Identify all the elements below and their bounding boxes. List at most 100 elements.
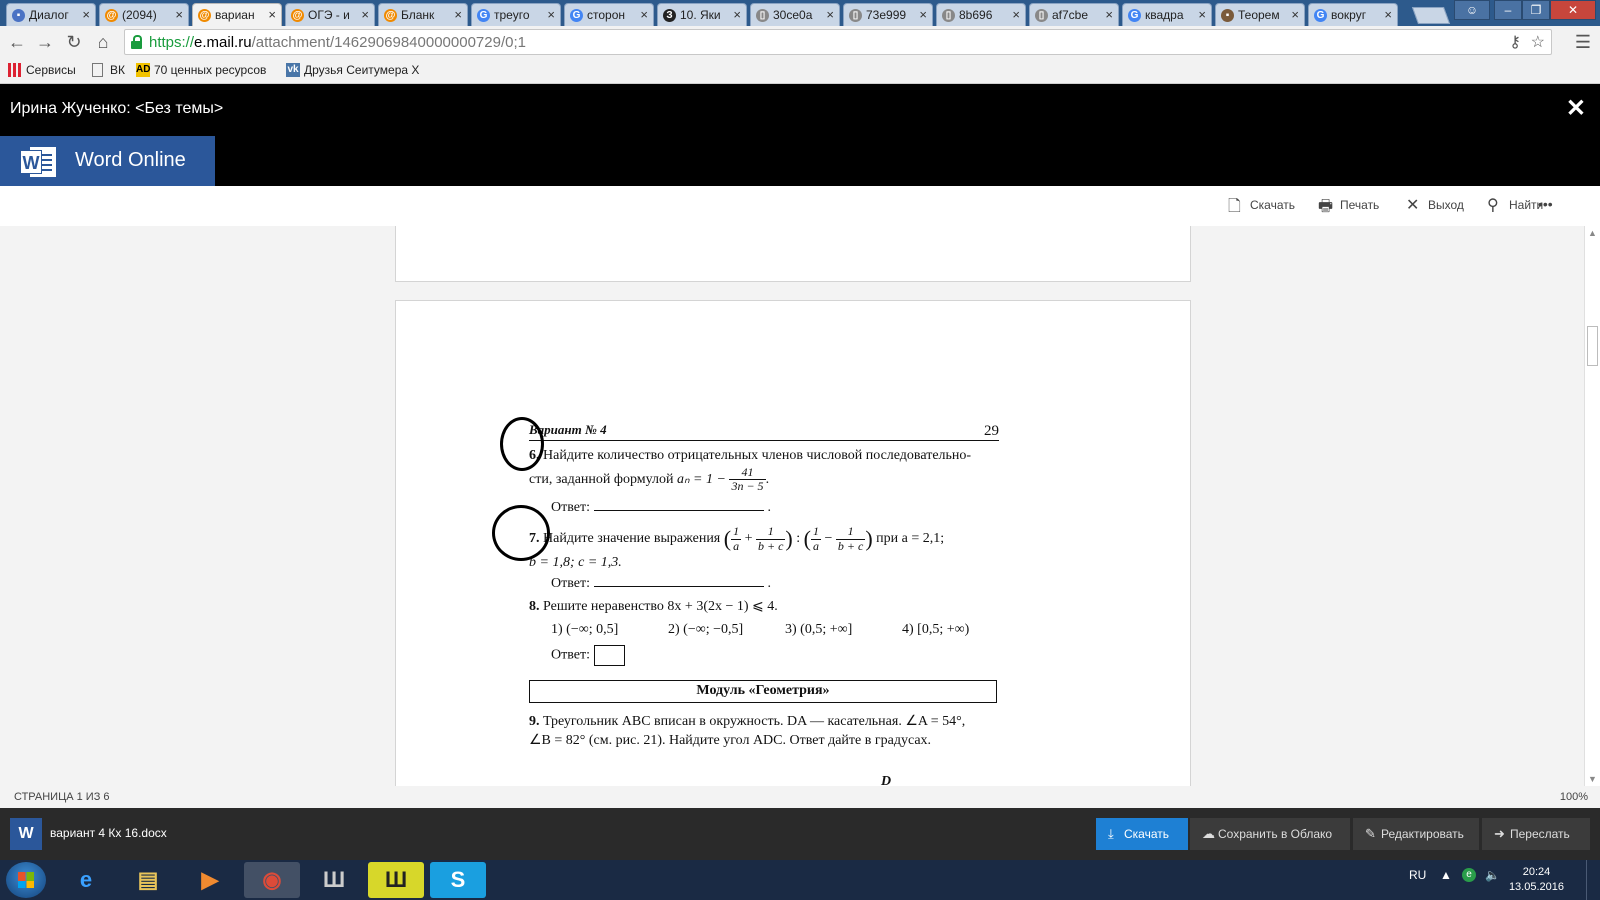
bookmark-star-icon[interactable]: ☆ [1531, 32, 1545, 52]
hand-drawn-circle [500, 417, 544, 471]
scroll-up-icon[interactable]: ▲ [1588, 228, 1597, 238]
page-content: Вариант № 4 29 6. Найдите количество отр… [492, 417, 999, 786]
tab-close-icon[interactable]: × [1012, 7, 1020, 22]
tab-favicon-icon: ▪ [12, 9, 25, 22]
new-tab-button[interactable] [1411, 7, 1451, 24]
bookmark-item[interactable]: AD 70 ценных ресурсов [136, 63, 266, 77]
tab-close-icon[interactable]: × [1384, 7, 1392, 22]
key-icon[interactable]: ⚷ [1509, 32, 1521, 52]
option-1: 1) (−∞; 0,5] [551, 621, 619, 637]
tray-app-icon[interactable]: e [1462, 868, 1476, 882]
bookmark-label: Друзья Сеитумера Х [304, 63, 420, 77]
download-icon: 🗋 [1228, 198, 1241, 215]
browser-tab[interactable]: ▯ af7cbe × [1029, 3, 1119, 26]
media-player-icon[interactable]: ▶ [182, 862, 238, 898]
language-indicator[interactable]: RU [1409, 868, 1426, 882]
download-attachment-button[interactable]: ⤓ Скачать [1096, 818, 1188, 850]
tab-close-icon[interactable]: × [1105, 7, 1113, 22]
browser-tab[interactable]: @ (2094) × [99, 3, 189, 26]
show-desktop-button[interactable] [1586, 860, 1600, 900]
browser-tab[interactable]: ▪ Теорем × [1215, 3, 1305, 26]
browser-tab[interactable]: ▯ 73e999 × [843, 3, 933, 26]
tray-expand-icon[interactable]: ▲ [1440, 868, 1452, 882]
reload-icon[interactable]: ↻ [63, 31, 85, 53]
tab-close-icon[interactable]: × [640, 7, 648, 22]
chrome-icon[interactable]: ◉ [244, 862, 300, 898]
tab-close-icon[interactable]: × [733, 7, 741, 22]
command-exit-button[interactable]: ✕ Выход [1406, 197, 1464, 214]
cloud-attachment-button[interactable]: ☁ Сохранить в Облако [1190, 818, 1350, 850]
document-area[interactable]: Вариант № 4 29 6. Найдите количество отр… [0, 226, 1584, 786]
browser-tab[interactable]: Gвокруг × [1308, 3, 1398, 26]
tab-close-icon[interactable]: × [175, 7, 183, 22]
browser-tab[interactable]: @ вариан × [192, 3, 282, 26]
option-2: 2) (−∞; −0,5] [668, 621, 744, 637]
scrollbar-thumb[interactable] [1587, 326, 1598, 366]
page-number: 29 [984, 423, 999, 439]
world-of-tanks-icon[interactable]: Ш [306, 862, 362, 898]
volume-icon[interactable]: 🔈 [1485, 868, 1500, 882]
clock-time: 20:24 [1522, 866, 1551, 878]
browser-tab[interactable]: ▪ Диалог × [6, 3, 96, 26]
tab-close-icon[interactable]: × [82, 7, 90, 22]
question-text: Найдите значение выражения [543, 531, 721, 547]
home-icon[interactable]: ⌂ [92, 31, 114, 53]
tab-favicon-icon: ▯ [942, 9, 955, 22]
browser-tab[interactable]: Gтреуго × [471, 3, 561, 26]
tab-favicon-icon: З [663, 9, 676, 22]
browser-tab[interactable]: Gквадра × [1122, 3, 1212, 26]
word-file-icon: W [10, 818, 42, 850]
question-7: 7. Найдите значение выражения (1 a + 1b +… [529, 524, 945, 570]
address-bar[interactable]: https://e.mail.ru/attachment/14629069840… [124, 29, 1552, 55]
user-profile-button[interactable]: ☺ [1454, 0, 1490, 20]
browser-tab[interactable]: ▯ 30ce0a × [750, 3, 840, 26]
bookmark-item[interactable]: ВК [92, 63, 125, 77]
download-icon: ⤓ [1108, 826, 1114, 841]
browser-tab[interactable]: ▯ 8b696 × [936, 3, 1026, 26]
tab-close-icon[interactable]: × [1291, 7, 1299, 22]
tab-favicon-icon: ▯ [1035, 9, 1048, 22]
tab-label: Диалог [29, 8, 69, 22]
back-arrow-icon[interactable]: ← [6, 31, 28, 53]
start-button[interactable] [6, 862, 46, 898]
command-print-button[interactable]: 🖶 Печать [1318, 198, 1379, 215]
word-online-brand[interactable]: W Word Online [0, 136, 215, 186]
system-clock[interactable]: 20:24 13.05.2016 [1509, 865, 1564, 895]
tab-favicon-icon: @ [198, 9, 211, 22]
tab-close-icon[interactable]: × [454, 7, 462, 22]
world-of-tanks-alt-icon[interactable]: Ш [368, 862, 424, 898]
tab-favicon-icon: @ [105, 9, 118, 22]
internet-explorer-icon[interactable]: e [58, 862, 114, 898]
close-icon[interactable]: ✕ [1566, 94, 1586, 123]
zoom-level[interactable]: 100% [1560, 791, 1588, 803]
menu-icon[interactable]: ☰ [1572, 31, 1594, 53]
command-search-button[interactable]: ⚲ Найти [1487, 197, 1543, 214]
close-window-button[interactable]: ✕ [1550, 0, 1596, 20]
scroll-down-icon[interactable]: ▼ [1588, 774, 1597, 784]
maximize-button[interactable]: ❐ [1522, 0, 1550, 20]
minimize-button[interactable]: – [1494, 0, 1522, 20]
bookmark-item[interactable]: Сервисы [8, 63, 76, 77]
command-download-button[interactable]: 🗋 Скачать [1228, 198, 1295, 215]
answer-options: 1) (−∞; 0,5] 2) (−∞; −0,5] 3) (0,5; +∞] 4) … [529, 621, 999, 640]
tab-close-icon[interactable]: × [1198, 7, 1206, 22]
forward-attachment-button[interactable]: ➜ Переслать [1482, 818, 1590, 850]
file-explorer-icon[interactable]: ▤ [120, 862, 176, 898]
browser-tab[interactable]: З 10. Яки × [657, 3, 747, 26]
question-6: 6. Найдите количество отрицательных член… [529, 448, 972, 494]
edit-attachment-button[interactable]: ✎ Редактировать [1353, 818, 1479, 850]
tab-close-icon[interactable]: × [268, 7, 276, 22]
tab-close-icon[interactable]: × [919, 7, 927, 22]
browser-tab[interactable]: @ ОГЭ - и × [285, 3, 375, 26]
question-text: Решите неравенство 8x + 3(2x − 1) ⩽ 4. [543, 598, 778, 614]
tab-close-icon[interactable]: × [361, 7, 369, 22]
tab-close-icon[interactable]: × [547, 7, 555, 22]
tab-close-icon[interactable]: × [826, 7, 834, 22]
bookmark-item[interactable]: vk Друзья Сеитумера Х [286, 63, 419, 77]
forward-arrow-icon[interactable]: → [34, 31, 56, 53]
browser-tab[interactable]: @ Бланк × [378, 3, 468, 26]
browser-tab[interactable]: Gсторон × [564, 3, 654, 26]
tab-label: Бланк [401, 8, 435, 22]
vertical-scrollbar[interactable]: ▲ ▼ [1584, 226, 1600, 786]
skype-icon[interactable]: S [430, 862, 486, 898]
